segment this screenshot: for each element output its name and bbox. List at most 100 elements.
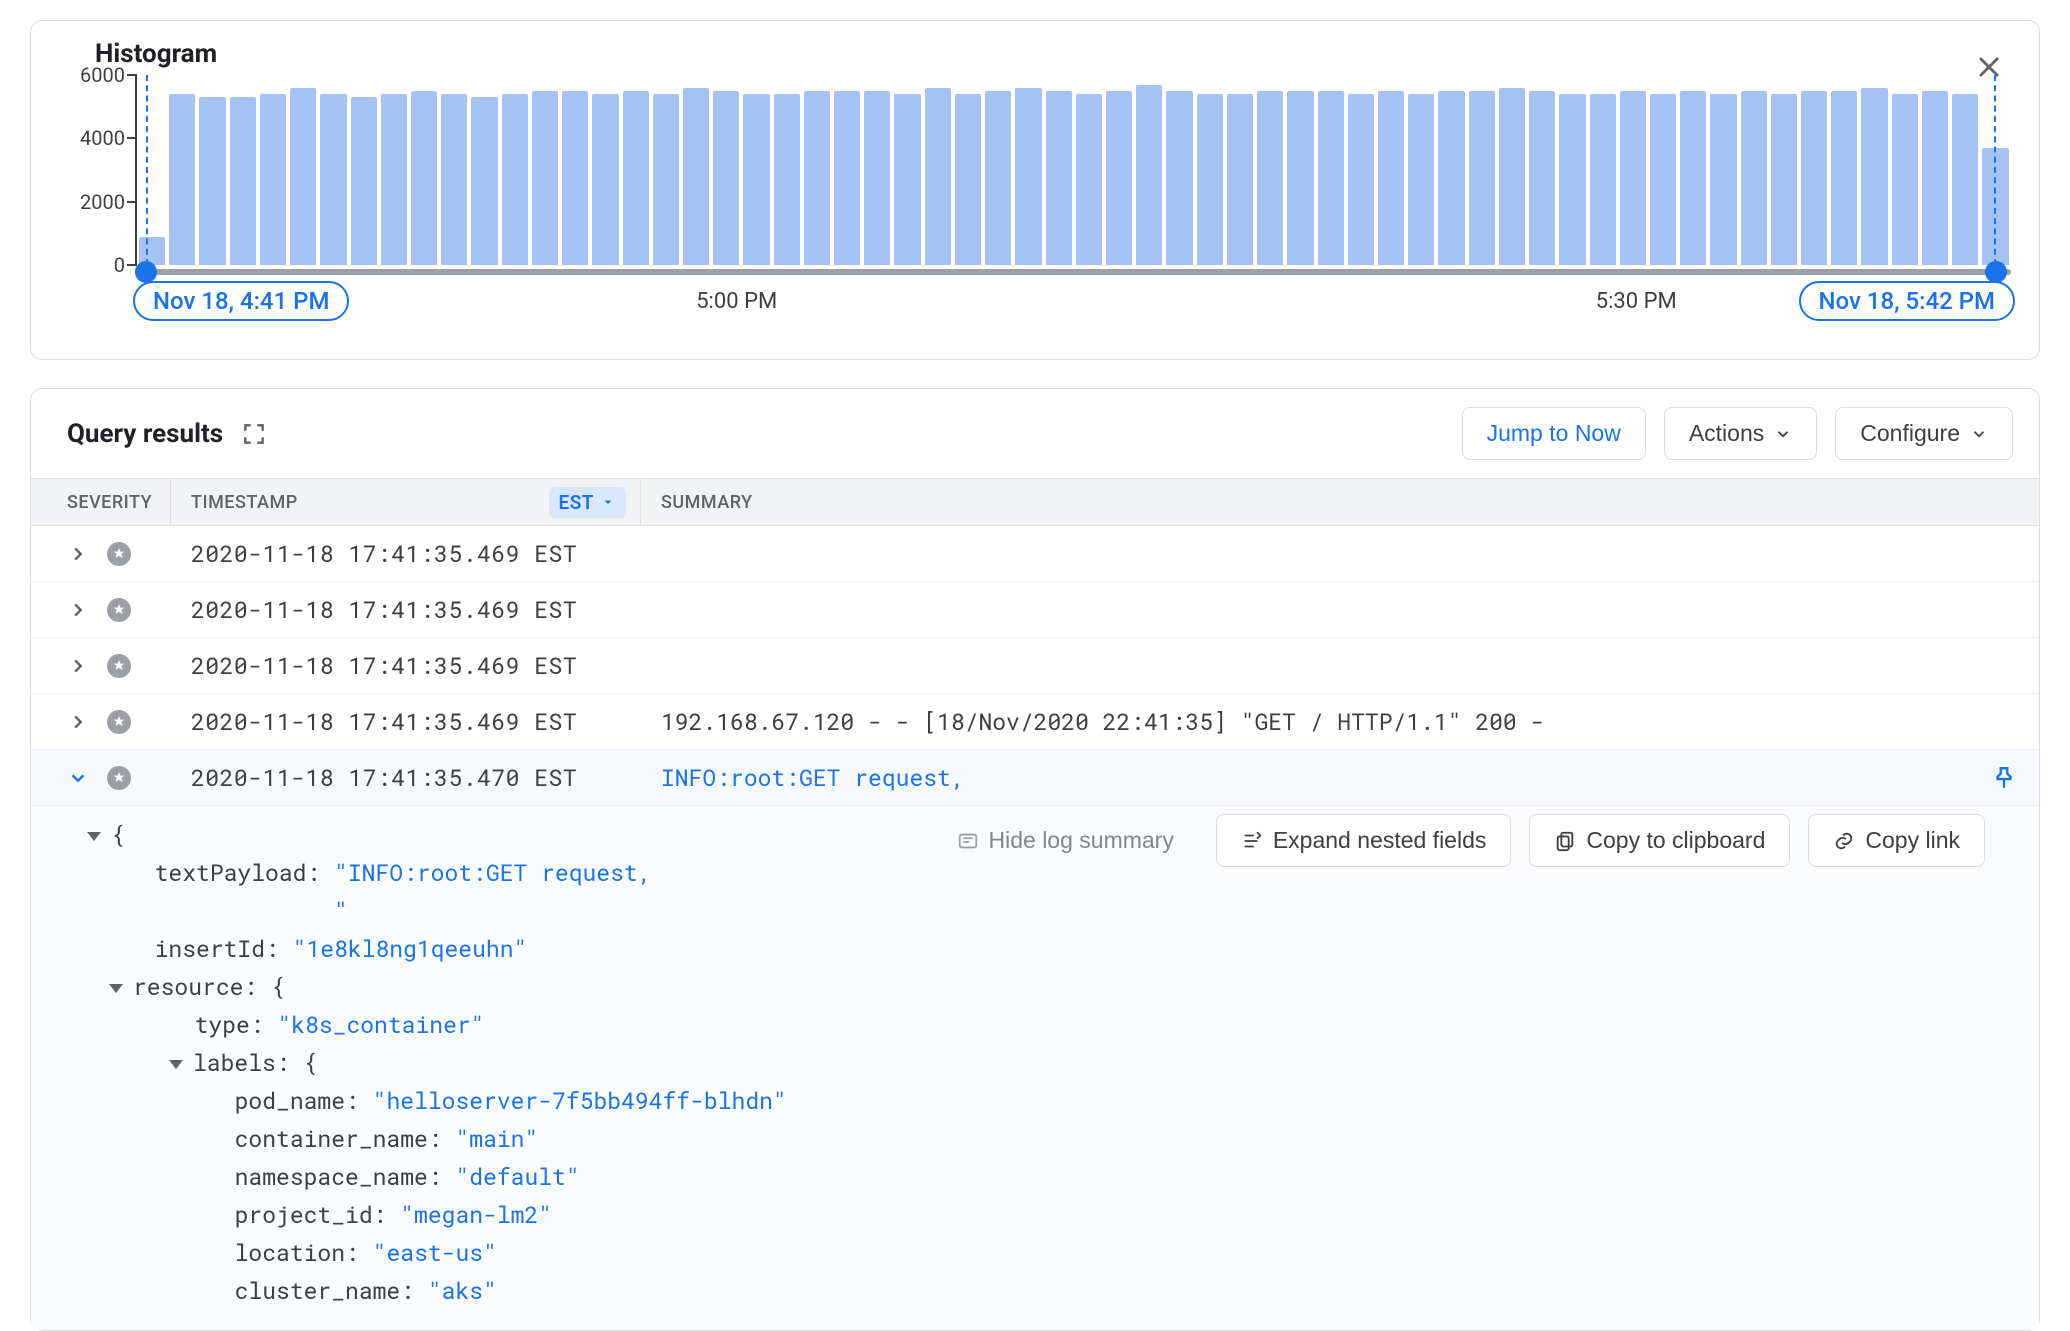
histogram-bar[interactable] [1982, 148, 2008, 265]
log-row[interactable]: 2020-11-18 17:41:35.470 ESTINFO:root:GET… [31, 750, 2039, 806]
histogram-bar[interactable] [169, 94, 195, 265]
histogram-bar[interactable] [1801, 91, 1827, 265]
range-end-pill[interactable]: Nov 18, 5:42 PM [1799, 281, 2015, 321]
histogram-bar[interactable] [562, 91, 588, 265]
json-line[interactable]: type: "k8s_container" [87, 1006, 2039, 1044]
expand-nested-button[interactable]: Expand nested fields [1216, 814, 1512, 867]
histogram-bar[interactable] [1559, 94, 1585, 265]
histogram-bar[interactable] [199, 97, 225, 265]
histogram-bar[interactable] [592, 94, 618, 265]
log-row[interactable]: 2020-11-18 17:41:35.469 EST [31, 526, 2039, 582]
histogram-bar[interactable] [1318, 91, 1344, 265]
histogram-bar[interactable] [1046, 91, 1072, 265]
actions-dropdown[interactable]: Actions [1664, 407, 1817, 460]
histogram-bar[interactable] [1257, 91, 1283, 265]
histogram-bar[interactable] [1227, 94, 1253, 265]
json-line[interactable]: pod_name: "helloserver-7f5bb494ff-blhdn" [87, 1082, 2039, 1120]
histogram-bar[interactable] [774, 94, 800, 265]
histogram-bar[interactable] [925, 88, 951, 265]
histogram-bar[interactable] [1015, 88, 1041, 265]
json-line[interactable]: project_id: "megan-lm2" [87, 1196, 2039, 1234]
histogram-bar[interactable] [290, 88, 316, 265]
severity-cell[interactable] [31, 598, 171, 622]
histogram-bar[interactable] [351, 97, 377, 265]
column-severity[interactable]: SEVERITY [31, 479, 171, 525]
severity-cell[interactable] [31, 654, 171, 678]
column-summary[interactable]: SUMMARY [641, 479, 2039, 525]
histogram-bar[interactable] [623, 91, 649, 265]
histogram-bar[interactable] [1197, 94, 1223, 265]
histogram-bar[interactable] [1287, 91, 1313, 265]
histogram-bar[interactable] [1348, 94, 1374, 265]
histogram-bar[interactable] [1438, 91, 1464, 265]
json-line[interactable]: labels: { [87, 1044, 2039, 1082]
pin-button[interactable] [1969, 765, 2039, 791]
copy-clipboard-button[interactable]: Copy to clipboard [1529, 814, 1790, 867]
hide-log-summary-button[interactable]: Hide log summary [933, 814, 1198, 867]
json-line[interactable]: container_name: "main" [87, 1120, 2039, 1158]
histogram-bar[interactable] [713, 91, 739, 265]
histogram-bar[interactable] [1861, 88, 1887, 265]
histogram-bar[interactable] [985, 91, 1011, 265]
histogram-bar[interactable] [653, 94, 679, 265]
histogram-bar[interactable] [1499, 88, 1525, 265]
histogram-bar[interactable] [1166, 91, 1192, 265]
chevron-down-icon [67, 767, 89, 789]
copy-link-button[interactable]: Copy link [1808, 814, 1985, 867]
histogram-bar[interactable] [260, 94, 286, 265]
histogram-bar[interactable] [1680, 91, 1706, 265]
json-line[interactable]: cluster_name: "aks" [87, 1272, 2039, 1310]
histogram-bar[interactable] [1922, 91, 1948, 265]
histogram-bar[interactable] [1076, 94, 1102, 265]
histogram-bar[interactable] [1590, 94, 1616, 265]
histogram-bar[interactable] [1620, 91, 1646, 265]
json-line[interactable]: resource: { [87, 968, 2039, 1006]
histogram-bar[interactable] [1710, 94, 1736, 265]
range-start-pill[interactable]: Nov 18, 4:41 PM [133, 281, 349, 321]
configure-dropdown[interactable]: Configure [1835, 407, 2013, 460]
severity-cell[interactable] [31, 766, 171, 790]
histogram-bar[interactable] [804, 91, 830, 265]
json-line[interactable]: insertId: "1e8kl8ng1qeeuhn" [87, 930, 2039, 968]
histogram-bar[interactable] [1378, 91, 1404, 265]
histogram-bar[interactable] [834, 91, 860, 265]
severity-cell[interactable] [31, 542, 171, 566]
histogram-bar[interactable] [894, 94, 920, 265]
histogram-bar[interactable] [1136, 85, 1162, 266]
timezone-chip[interactable]: EST [549, 487, 627, 518]
summary-cell: 192.168.67.120 - - [18/Nov/2020 22:41:35… [641, 707, 2039, 737]
histogram-bar[interactable] [381, 94, 407, 265]
histogram-bar[interactable] [1408, 94, 1434, 265]
histogram-bar[interactable] [743, 94, 769, 265]
json-line[interactable]: " [87, 892, 2039, 930]
histogram-bars[interactable] [137, 75, 2011, 265]
histogram-bar[interactable] [1952, 94, 1978, 265]
fullscreen-icon[interactable] [241, 421, 267, 447]
histogram-bar[interactable] [441, 94, 467, 265]
json-line[interactable]: namespace_name: "default" [87, 1158, 2039, 1196]
histogram-bar[interactable] [955, 94, 981, 265]
histogram-bar[interactable] [864, 91, 890, 265]
histogram-bar[interactable] [683, 88, 709, 265]
histogram-bar[interactable] [411, 91, 437, 265]
log-row[interactable]: 2020-11-18 17:41:35.469 EST192.168.67.12… [31, 694, 2039, 750]
histogram-bar[interactable] [502, 94, 528, 265]
histogram-bar[interactable] [1741, 91, 1767, 265]
histogram-bar[interactable] [1892, 94, 1918, 265]
histogram-bar[interactable] [471, 97, 497, 265]
log-row[interactable]: 2020-11-18 17:41:35.469 EST [31, 582, 2039, 638]
jump-to-now-button[interactable]: Jump to Now [1462, 407, 1646, 460]
column-timestamp[interactable]: TIMESTAMP EST [171, 479, 641, 525]
histogram-bar[interactable] [1831, 91, 1857, 265]
log-row[interactable]: 2020-11-18 17:41:35.469 EST [31, 638, 2039, 694]
histogram-bar[interactable] [230, 97, 256, 265]
json-line[interactable]: location: "east-us" [87, 1234, 2039, 1272]
histogram-bar[interactable] [1771, 94, 1797, 265]
histogram-bar[interactable] [320, 94, 346, 265]
histogram-bar[interactable] [1469, 91, 1495, 265]
severity-cell[interactable] [31, 710, 171, 734]
histogram-bar[interactable] [1106, 91, 1132, 265]
histogram-bar[interactable] [532, 91, 558, 265]
histogram-bar[interactable] [1529, 91, 1555, 265]
histogram-bar[interactable] [1650, 94, 1676, 265]
